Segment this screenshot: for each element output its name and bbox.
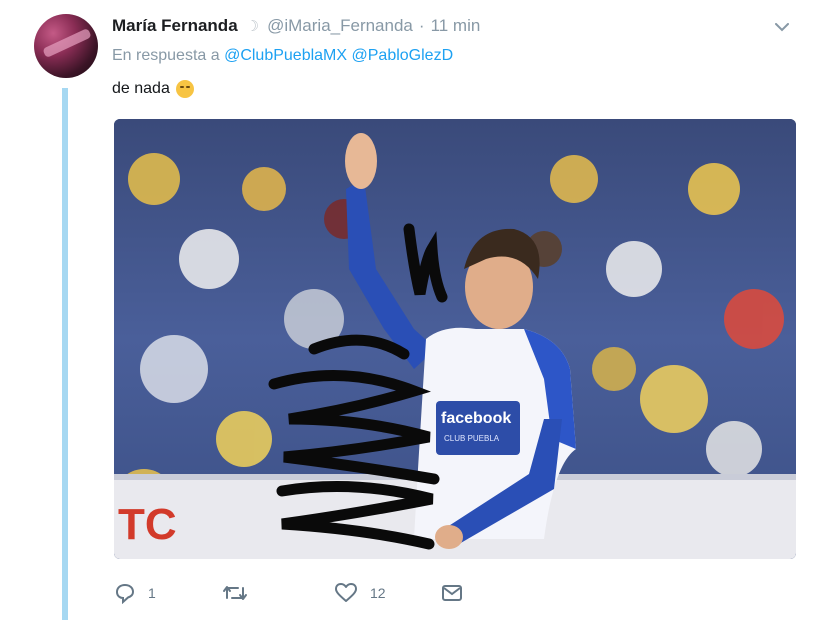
- reply-mention-pabloglezd[interactable]: @PabloGlezD: [352, 47, 454, 64]
- tweet-actions: 1 12: [114, 580, 474, 606]
- jersey-sub: CLUB PUEBLA: [444, 434, 500, 443]
- retweet-button[interactable]: [222, 580, 260, 606]
- like-count: 12: [370, 585, 386, 601]
- reply-context: En respuesta a @ClubPueblaMX @PabloGlezD: [112, 47, 453, 65]
- reply-count: 1: [148, 585, 156, 601]
- retweet-icon: [222, 582, 248, 604]
- thread-line: [62, 88, 68, 620]
- reply-prefix: En respuesta a: [112, 47, 220, 64]
- envelope-icon: [441, 583, 463, 603]
- message-button[interactable]: [441, 580, 463, 606]
- svg-text:TC: TC: [118, 500, 177, 549]
- crescent-moon-icon: ☽: [245, 18, 260, 35]
- tweet-photo[interactable]: TC facebook CLUB PUEBLA: [114, 119, 796, 559]
- heart-icon: [334, 582, 358, 604]
- tweet: María Fernanda ☽ @iMaria_Fernanda · 11 m…: [0, 0, 834, 620]
- chevron-down-icon[interactable]: [772, 17, 792, 37]
- like-button[interactable]: 12: [334, 580, 386, 606]
- reply-button[interactable]: 1: [114, 580, 156, 606]
- reply-mention-clubpuebla[interactable]: @ClubPueblaMX: [224, 47, 347, 64]
- tweet-header: María Fernanda ☽ @iMaria_Fernanda · 11 m…: [112, 14, 480, 38]
- tweet-text: de nada: [112, 80, 194, 98]
- jersey-sponsor: facebook: [441, 410, 511, 427]
- reply-icon: [114, 582, 136, 604]
- tweet-body: de nada: [112, 80, 170, 97]
- user-handle[interactable]: @iMaria_Fernanda: [267, 16, 413, 36]
- display-name[interactable]: María Fernanda: [112, 16, 238, 36]
- relieved-face-icon: [175, 80, 194, 98]
- avatar[interactable]: [34, 14, 98, 78]
- timestamp[interactable]: 11 min: [431, 16, 481, 36]
- separator-dot: ·: [418, 16, 425, 35]
